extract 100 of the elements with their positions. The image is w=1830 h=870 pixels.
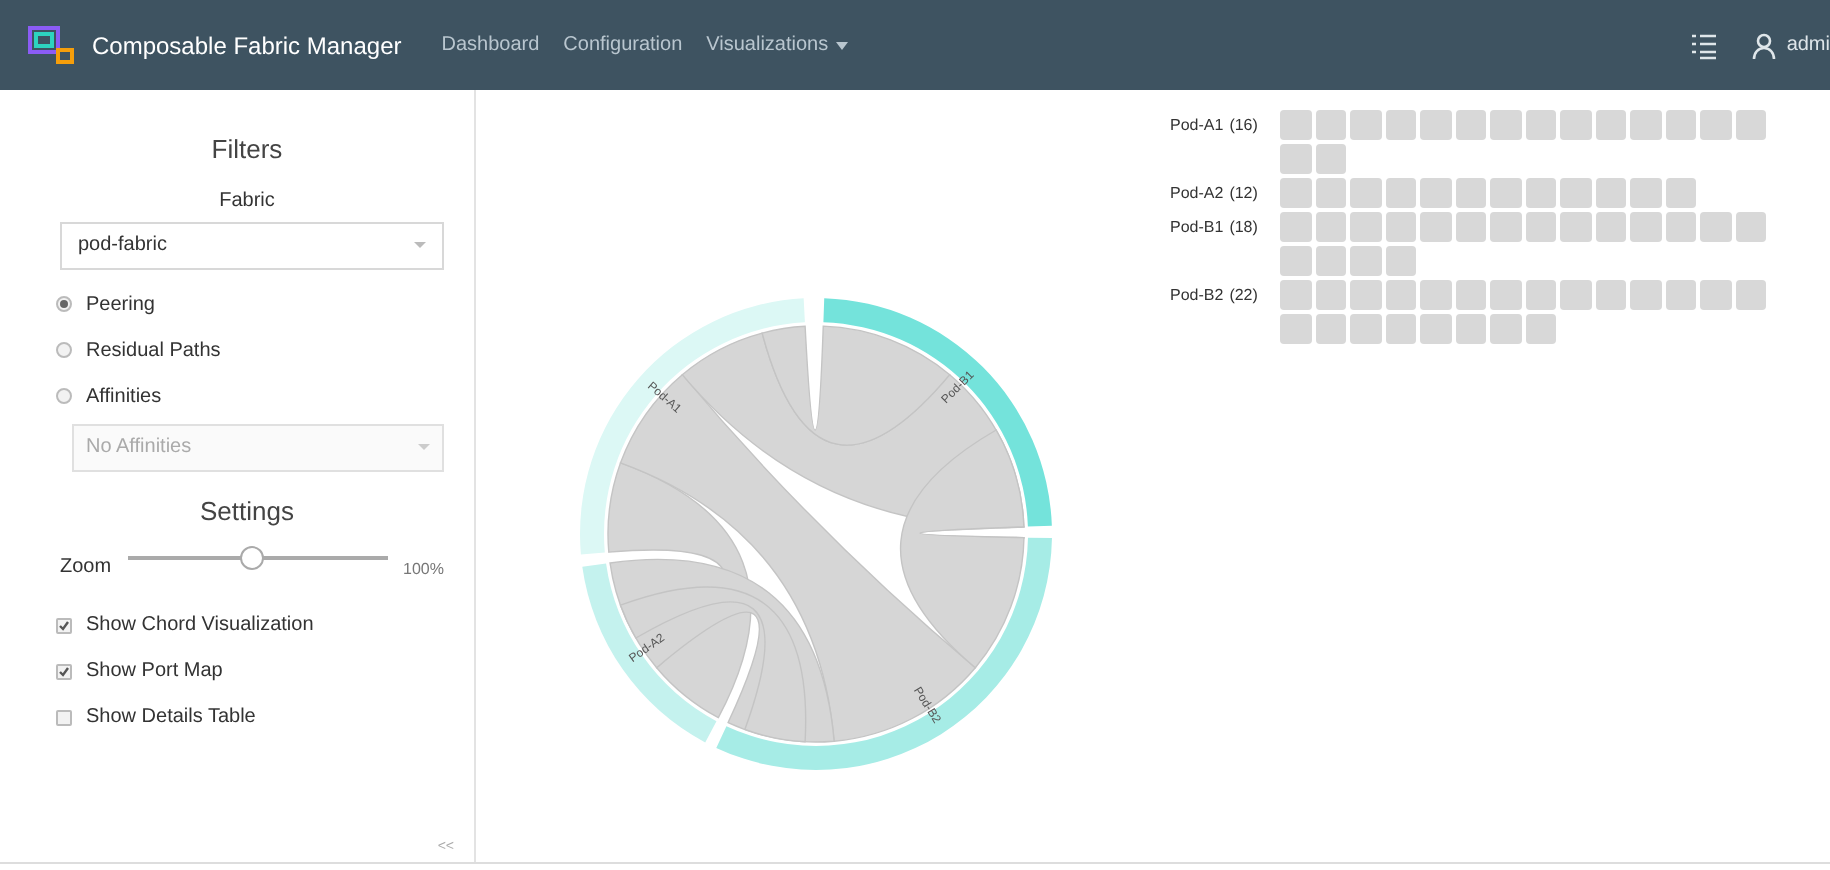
port-square[interactable] [1490, 110, 1521, 140]
radio-label: Residual Paths [86, 337, 221, 365]
port-square[interactable] [1665, 178, 1696, 208]
port-square[interactable] [1595, 178, 1626, 208]
port-square[interactable] [1420, 314, 1451, 344]
port-square[interactable] [1420, 110, 1451, 140]
port-square[interactable] [1525, 110, 1556, 140]
checkbox[interactable] [56, 617, 72, 633]
port-square[interactable] [1280, 280, 1311, 310]
checkbox-label: Show Port Map [86, 658, 223, 686]
port-square[interactable] [1665, 212, 1696, 242]
port-square[interactable] [1665, 280, 1696, 310]
port-square[interactable] [1280, 246, 1311, 276]
port-count: (18) [1229, 216, 1258, 240]
user-name[interactable]: admi [1786, 30, 1830, 60]
nav-link[interactable]: Configuration [563, 30, 683, 60]
port-square[interactable] [1455, 280, 1486, 310]
filters-title: Filters [209, 132, 285, 168]
port-square[interactable] [1385, 280, 1416, 310]
port-square[interactable] [1630, 110, 1661, 140]
port-square[interactable] [1560, 110, 1591, 140]
port-square[interactable] [1280, 110, 1311, 140]
port-square[interactable] [1455, 178, 1486, 208]
port-square[interactable] [1525, 212, 1556, 242]
port-square[interactable] [1735, 212, 1766, 242]
port-square[interactable] [1735, 110, 1766, 140]
port-square[interactable] [1420, 280, 1451, 310]
radio-label: Peering [86, 291, 155, 319]
port-square[interactable] [1525, 314, 1556, 344]
port-square[interactable] [1595, 280, 1626, 310]
checkbox-label: Show Chord Visualization [86, 612, 314, 640]
port-square[interactable] [1560, 212, 1591, 242]
port-square[interactable] [1315, 280, 1346, 310]
port-square[interactable] [1280, 212, 1311, 242]
app-title[interactable]: Composable Fabric Manager [92, 27, 402, 63]
port-square[interactable] [1560, 178, 1591, 208]
port-square[interactable] [1595, 110, 1626, 140]
port-square[interactable] [1420, 212, 1451, 242]
port-square[interactable] [1455, 110, 1486, 140]
list-icon[interactable] [1690, 31, 1719, 59]
port-square[interactable] [1735, 280, 1766, 310]
port-square[interactable] [1490, 280, 1521, 310]
port-square[interactable] [1455, 314, 1486, 344]
fabric-select[interactable]: pod-fabric [60, 221, 444, 269]
port-square[interactable] [1490, 212, 1521, 242]
port-square[interactable] [1525, 178, 1556, 208]
port-square[interactable] [1490, 314, 1521, 344]
port-square[interactable] [1700, 280, 1731, 310]
port-square[interactable] [1700, 110, 1731, 140]
port-square[interactable] [1350, 178, 1381, 208]
port-square[interactable] [1560, 280, 1591, 310]
nav-link[interactable]: Visualizations [706, 30, 849, 60]
port-count: (12) [1229, 182, 1258, 206]
port-square[interactable] [1665, 110, 1696, 140]
checkbox[interactable] [56, 709, 72, 725]
port-square[interactable] [1385, 246, 1416, 276]
caret-icon [414, 242, 426, 248]
zoom-reading: 100% [403, 558, 444, 582]
port-square[interactable] [1700, 212, 1731, 242]
port-square[interactable] [1280, 144, 1311, 174]
port-square[interactable] [1595, 212, 1626, 242]
fabric-label: Fabric [217, 187, 277, 215]
radio-button[interactable] [56, 342, 72, 358]
checkbox-label: Show Details Table [86, 704, 256, 732]
port-square[interactable] [1315, 212, 1346, 242]
user-icon[interactable] [1750, 31, 1779, 59]
port-square[interactable] [1315, 178, 1346, 208]
radio-button[interactable] [56, 388, 72, 404]
port-square[interactable] [1630, 212, 1661, 242]
port-square[interactable] [1385, 212, 1416, 242]
port-square[interactable] [1385, 314, 1416, 344]
port-square[interactable] [1315, 246, 1346, 276]
slider-thumb[interactable] [239, 546, 264, 570]
radio-button[interactable] [56, 296, 72, 312]
port-square[interactable] [1490, 178, 1521, 208]
pod-name: Pod-A1 [1170, 114, 1224, 138]
port-square[interactable] [1385, 178, 1416, 208]
port-square[interactable] [1525, 280, 1556, 310]
port-square[interactable] [1630, 178, 1661, 208]
nav-link[interactable]: Dashboard [441, 30, 540, 60]
port-square[interactable] [1385, 110, 1416, 140]
pod-name: Pod-B2 [1170, 284, 1224, 308]
checkbox[interactable] [56, 663, 72, 679]
port-square[interactable] [1630, 280, 1661, 310]
port-square[interactable] [1350, 246, 1381, 276]
radio-label: Affinities [86, 383, 162, 411]
pod-name: Pod-B1 [1170, 216, 1224, 240]
port-square[interactable] [1350, 314, 1381, 344]
port-square[interactable] [1350, 110, 1381, 140]
port-square[interactable] [1420, 178, 1451, 208]
port-square[interactable] [1315, 144, 1346, 174]
port-square[interactable] [1455, 212, 1486, 242]
port-count: (22) [1229, 284, 1258, 308]
port-square[interactable] [1350, 212, 1381, 242]
port-square[interactable] [1350, 280, 1381, 310]
port-square[interactable] [1315, 110, 1346, 140]
port-square[interactable] [1280, 178, 1311, 208]
port-square[interactable] [1280, 314, 1311, 344]
port-square[interactable] [1315, 314, 1346, 344]
zoom-label: Zoom [60, 554, 112, 582]
